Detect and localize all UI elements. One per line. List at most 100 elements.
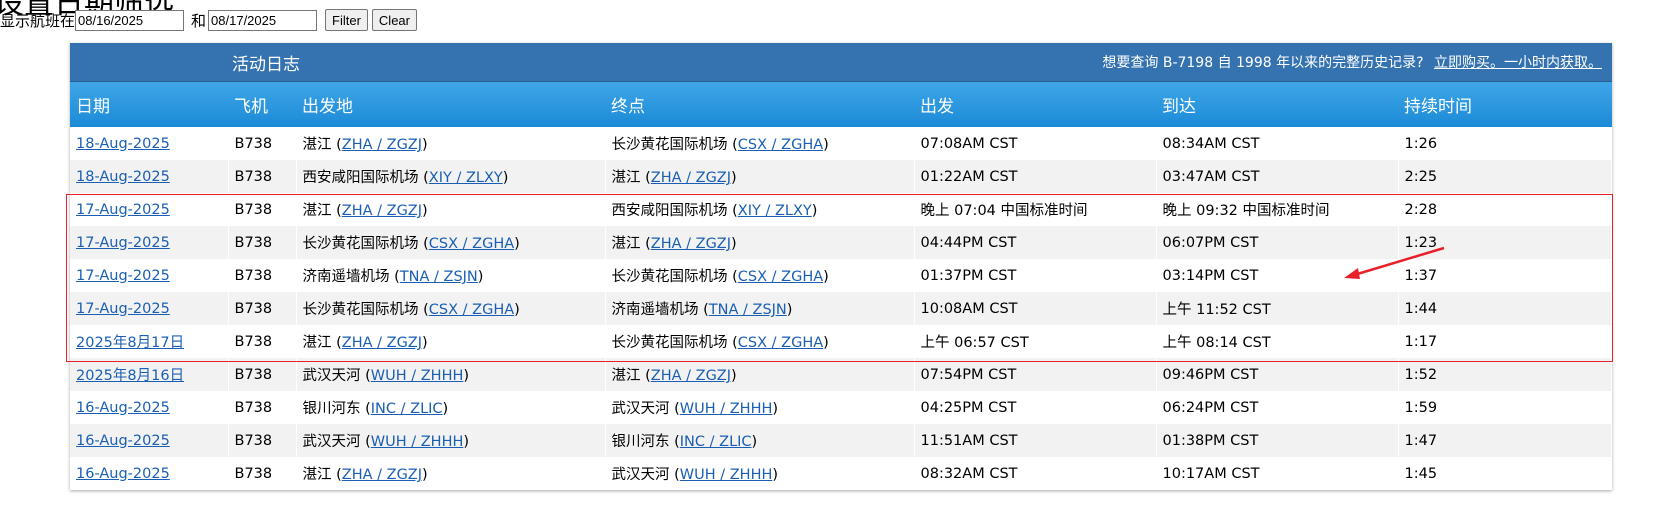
origin-cell: 银川河东 (INC / ZLIC) xyxy=(296,391,606,424)
column-header-arrival[interactable]: 到达 xyxy=(1156,82,1398,127)
origin-cell: 武汉天河 (WUH / ZHHH) xyxy=(296,424,606,457)
destination-name: 长沙黄花国际机场 xyxy=(611,137,728,153)
aircraft-cell: B738 xyxy=(228,259,297,292)
filter-button[interactable]: Filter xyxy=(325,9,368,31)
date-link[interactable]: 18-Aug-2025 xyxy=(76,136,170,152)
destination-code-link[interactable]: ZHA / ZGZJ xyxy=(651,170,731,186)
destination-cell: 西安咸阳国际机场 (XIY / ZLXY) xyxy=(605,193,915,226)
date-link[interactable]: 2025年8月17日 xyxy=(76,335,184,351)
table-row: 17-Aug-2025 B738 济南遥墙机场 (TNA / ZSJN) 长沙黄花国际… xyxy=(70,259,1612,292)
origin-code-link[interactable]: ZHA / ZGZJ xyxy=(342,203,422,219)
origin-code-link[interactable]: ZHA / ZGZJ xyxy=(342,137,422,153)
table-row: 17-Aug-2025 B738 长沙黄花国际机场 (CSX / ZGHA) 济南遥墙… xyxy=(70,292,1612,325)
origin-name: 湛江 xyxy=(302,335,332,351)
arrival-cell: 08:34AM CST xyxy=(1156,127,1399,160)
date-cell: 17-Aug-2025 xyxy=(70,259,229,292)
duration-cell: 1:52 xyxy=(1398,358,1612,391)
destination-code-link[interactable]: ZHA / ZGZJ xyxy=(651,368,731,384)
destination-code-link[interactable]: WUH / ZHHH xyxy=(680,401,773,417)
table-row: 18-Aug-2025 B738 西安咸阳国际机场 (XIY / ZLXY) 湛江 (… xyxy=(70,160,1612,193)
activity-log: 活动日志 想要查询 B-7198 自 1998 年以来的完整历史记录? 立即购买… xyxy=(70,43,1612,490)
origin-code-link[interactable]: CSX / ZGHA xyxy=(429,236,514,252)
destination-name: 湛江 xyxy=(611,368,641,384)
destination-code-link[interactable]: TNA / ZSJN xyxy=(709,302,787,318)
destination-code-link[interactable]: ZHA / ZGZJ xyxy=(651,236,731,252)
destination-cell: 长沙黄花国际机场 (CSX / ZGHA) xyxy=(605,259,915,292)
filter-joiner-label: 和 xyxy=(191,11,207,30)
destination-code-link[interactable]: CSX / ZGHA xyxy=(738,137,823,153)
origin-cell: 湛江 (ZHA / ZGZJ) xyxy=(296,457,606,490)
origin-name: 武汉天河 xyxy=(302,368,361,384)
origin-cell: 武汉天河 (WUH / ZHHH) xyxy=(296,358,606,391)
departure-cell: 04:44PM CST xyxy=(914,226,1157,259)
destination-cell: 湛江 (ZHA / ZGZJ) xyxy=(605,160,915,193)
column-header-origin[interactable]: 出发地 xyxy=(296,82,605,127)
origin-code-link[interactable]: ZHA / ZGZJ xyxy=(342,335,422,351)
date-link[interactable]: 16-Aug-2025 xyxy=(76,433,170,449)
origin-code-link[interactable]: WUH / ZHHH xyxy=(371,434,464,450)
origin-cell: 湛江 (ZHA / ZGZJ) xyxy=(296,127,606,160)
destination-name: 济南遥墙机场 xyxy=(611,302,699,318)
origin-code-link[interactable]: INC / ZLIC xyxy=(371,401,443,417)
date-cell: 2025年8月16日 xyxy=(70,358,229,391)
aircraft-cell: B738 xyxy=(228,457,297,490)
duration-cell: 1:37 xyxy=(1398,259,1612,292)
date-link[interactable]: 18-Aug-2025 xyxy=(76,169,170,185)
date-link[interactable]: 16-Aug-2025 xyxy=(76,466,170,482)
table-row: 2025年8月16日 B738 武汉天河 (WUH / ZHHH) 湛江 (ZHA /… xyxy=(70,358,1612,391)
departure-cell: 01:37PM CST xyxy=(914,259,1157,292)
destination-code-link[interactable]: CSX / ZGHA xyxy=(738,335,823,351)
origin-name: 湛江 xyxy=(302,203,332,219)
end-date-input[interactable] xyxy=(208,9,318,31)
destination-cell: 济南遥墙机场 (TNA / ZSJN) xyxy=(605,292,915,325)
date-link[interactable]: 2025年8月16日 xyxy=(76,368,184,384)
destination-code-link[interactable]: INC / ZLIC xyxy=(680,434,752,450)
filter-prefix-label: 显示航班在 xyxy=(0,11,76,30)
aircraft-cell: B738 xyxy=(228,424,297,457)
table-row: 17-Aug-2025 B738 长沙黄花国际机场 (CSX / ZGHA) 湛江 (… xyxy=(70,226,1612,259)
destination-cell: 武汉天河 (WUH / ZHHH) xyxy=(605,457,915,490)
flight-history-table: 日期 飞机 出发地 终点 出发 到达 持续时间 18-Aug-2025 B738 湛… xyxy=(70,82,1612,490)
start-date-input[interactable] xyxy=(75,9,185,31)
table-row: 2025年8月17日 B738 湛江 (ZHA / ZGZJ) 长沙黄花国际机场 (C… xyxy=(70,325,1612,358)
origin-code-link[interactable]: CSX / ZGHA xyxy=(429,302,514,318)
destination-cell: 长沙黄花国际机场 (CSX / ZGHA) xyxy=(605,325,915,358)
date-link[interactable]: 17-Aug-2025 xyxy=(76,268,170,284)
duration-cell: 1:44 xyxy=(1398,292,1612,325)
date-link[interactable]: 17-Aug-2025 xyxy=(76,235,170,251)
date-link[interactable]: 17-Aug-2025 xyxy=(76,301,170,317)
column-header-destination[interactable]: 终点 xyxy=(605,82,914,127)
column-header-aircraft[interactable]: 飞机 xyxy=(228,82,296,127)
departure-cell: 01:22AM CST xyxy=(914,160,1157,193)
destination-name: 武汉天河 xyxy=(611,467,670,483)
destination-code-link[interactable]: XIY / ZLXY xyxy=(738,203,812,219)
destination-cell: 长沙黄花国际机场 (CSX / ZGHA) xyxy=(605,127,915,160)
arrival-cell: 上午 08:14 CST xyxy=(1156,325,1399,358)
origin-name: 西安咸阳国际机场 xyxy=(302,170,419,186)
date-link[interactable]: 17-Aug-2025 xyxy=(76,202,170,218)
column-header-departure[interactable]: 出发 xyxy=(914,82,1156,127)
origin-name: 济南遥墙机场 xyxy=(302,269,390,285)
origin-code-link[interactable]: WUH / ZHHH xyxy=(371,368,464,384)
buy-history-link[interactable]: 立即购买。一小时内获取。 xyxy=(1434,55,1602,71)
origin-name: 湛江 xyxy=(302,137,332,153)
origin-name: 湛江 xyxy=(302,467,332,483)
date-cell: 17-Aug-2025 xyxy=(70,292,229,325)
date-link[interactable]: 16-Aug-2025 xyxy=(76,400,170,416)
origin-code-link[interactable]: TNA / ZSJN xyxy=(400,269,478,285)
origin-cell: 济南遥墙机场 (TNA / ZSJN) xyxy=(296,259,606,292)
column-header-date[interactable]: 日期 xyxy=(70,82,228,127)
destination-code-link[interactable]: WUH / ZHHH xyxy=(680,467,773,483)
arrival-cell: 03:14PM CST xyxy=(1156,259,1399,292)
origin-cell: 湛江 (ZHA / ZGZJ) xyxy=(296,193,606,226)
clear-button[interactable]: Clear xyxy=(371,9,417,31)
arrival-cell: 10:17AM CST xyxy=(1156,457,1399,490)
date-cell: 18-Aug-2025 xyxy=(70,127,229,160)
origin-code-link[interactable]: ZHA / ZGZJ xyxy=(342,467,422,483)
column-header-duration[interactable]: 持续时间 xyxy=(1398,82,1612,127)
origin-code-link[interactable]: XIY / ZLXY xyxy=(429,170,503,186)
arrival-cell: 09:46PM CST xyxy=(1156,358,1399,391)
table-row: 16-Aug-2025 B738 武汉天河 (WUH / ZHHH) 银川河东 (IN… xyxy=(70,424,1612,457)
aircraft-cell: B738 xyxy=(228,160,297,193)
destination-code-link[interactable]: CSX / ZGHA xyxy=(738,269,823,285)
